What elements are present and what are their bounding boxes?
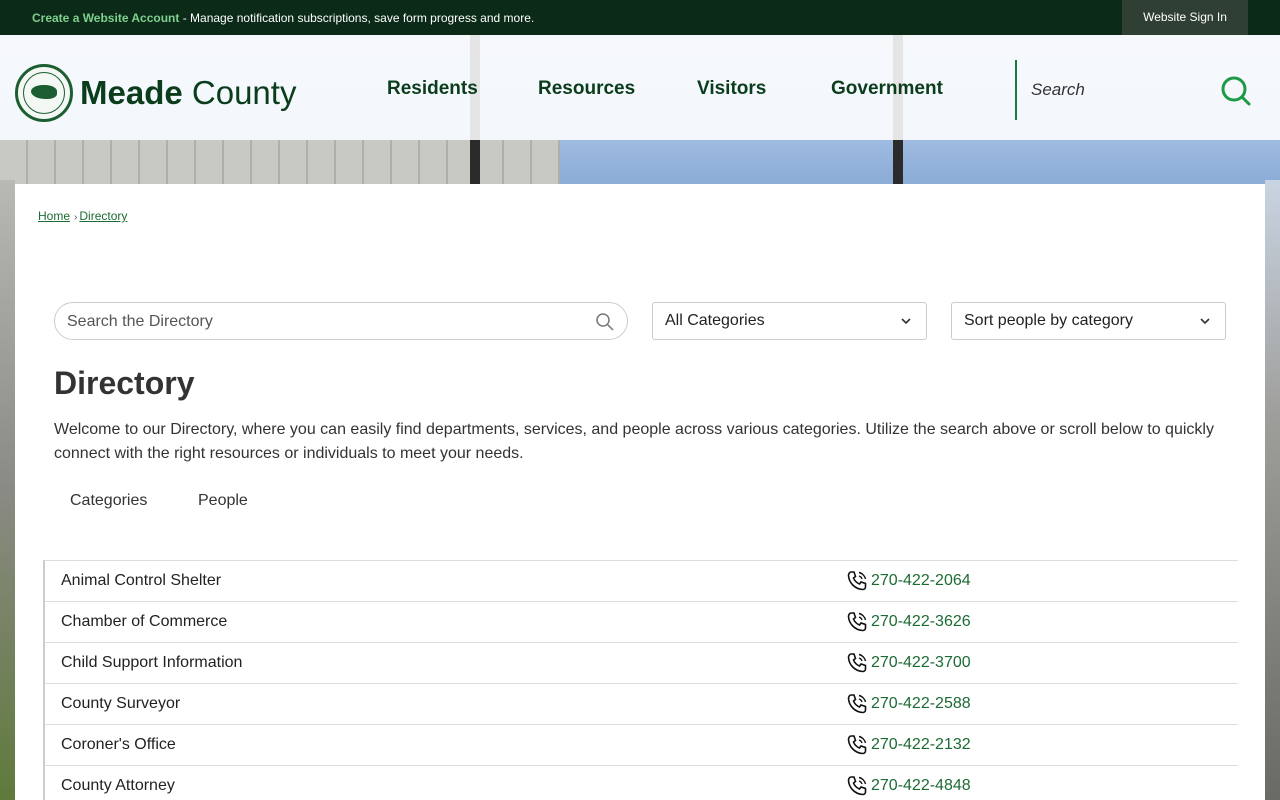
category-select[interactable]: All Categories xyxy=(652,302,927,340)
category-select-value: All Categories xyxy=(665,312,765,329)
phone-icon xyxy=(847,653,867,673)
county-seal-logo[interactable] xyxy=(15,64,73,122)
search-icon[interactable] xyxy=(1218,74,1252,108)
nav-residents[interactable]: Residents xyxy=(387,78,478,100)
tab-categories[interactable]: Categories xyxy=(70,492,147,510)
nav-visitors[interactable]: Visitors xyxy=(697,78,766,100)
entry-name[interactable]: County Surveyor xyxy=(61,695,180,713)
nav-government[interactable]: Government xyxy=(831,78,943,100)
table-row[interactable]: County Attorney 270-422-4848 xyxy=(45,766,1238,800)
site-search-input[interactable] xyxy=(1031,78,1201,102)
create-account-link[interactable]: Create a Website Account xyxy=(32,11,179,25)
entry-phone-link[interactable]: 270-422-2064 xyxy=(871,572,971,590)
directory-table: Animal Control Shelter 270-422-2064 Cham… xyxy=(43,560,1238,800)
logo-regular-text: County xyxy=(182,74,297,111)
main-content-card: Home›Directory All Categories Sort peopl… xyxy=(15,184,1265,800)
table-row[interactable]: Coroner's Office 270-422-2132 xyxy=(45,725,1238,766)
chevron-down-icon xyxy=(901,318,911,325)
entry-name[interactable]: Chamber of Commerce xyxy=(61,613,227,631)
create-account-description: - Manage notification subscriptions, sav… xyxy=(179,11,535,25)
entry-name[interactable]: County Attorney xyxy=(61,777,175,795)
site-logo-text[interactable]: Meade County xyxy=(80,74,296,112)
phone-icon xyxy=(847,735,867,755)
phone-icon xyxy=(847,776,867,796)
table-row[interactable]: Chamber of Commerce 270-422-3626 xyxy=(45,602,1238,643)
seal-bird-icon xyxy=(31,85,57,99)
directory-search-icon[interactable] xyxy=(595,312,615,332)
background-strip-right xyxy=(1265,180,1280,800)
website-sign-in-button[interactable]: Website Sign In xyxy=(1122,0,1248,35)
page-title: Directory xyxy=(54,365,195,401)
breadcrumb-home[interactable]: Home xyxy=(38,209,70,223)
logo-bold-text: Meade xyxy=(80,74,183,111)
sort-select-value: Sort people by category xyxy=(964,312,1133,329)
entry-phone-link[interactable]: 270-422-4848 xyxy=(871,777,971,795)
nav-resources[interactable]: Resources xyxy=(538,78,635,100)
breadcrumb-separator-icon: › xyxy=(74,212,78,223)
table-row[interactable]: Animal Control Shelter 270-422-2064 xyxy=(45,561,1238,602)
tab-people[interactable]: People xyxy=(198,492,248,510)
entry-phone-link[interactable]: 270-422-3626 xyxy=(871,613,971,631)
table-row[interactable]: Child Support Information 270-422-3700 xyxy=(45,643,1238,684)
entry-name[interactable]: Coroner's Office xyxy=(61,736,176,754)
directory-search-input[interactable] xyxy=(67,311,577,333)
entry-phone-link[interactable]: 270-422-2588 xyxy=(871,695,971,713)
directory-intro: Welcome to our Directory, where you can … xyxy=(54,421,1214,462)
background-strip-left xyxy=(0,180,15,800)
breadcrumb: Home › Directory xyxy=(38,209,127,223)
entry-phone-link[interactable]: 270-422-2132 xyxy=(871,736,971,754)
directory-search xyxy=(54,302,628,340)
chevron-down-icon xyxy=(1200,318,1210,325)
sort-select[interactable]: Sort people by category xyxy=(951,302,1226,340)
phone-icon xyxy=(847,571,867,591)
phone-icon xyxy=(847,694,867,714)
phone-icon xyxy=(847,612,867,632)
entry-name[interactable]: Animal Control Shelter xyxy=(61,572,221,590)
notification-bar: Create a Website Account - Manage notifi… xyxy=(0,0,1280,35)
table-row[interactable]: County Surveyor 270-422-2588 xyxy=(45,684,1238,725)
notification-message: Create a Website Account - Manage notifi… xyxy=(32,11,534,25)
site-header: Meade County Residents Resources Visitor… xyxy=(0,35,1280,140)
site-search xyxy=(1015,60,1235,120)
entry-name[interactable]: Child Support Information xyxy=(61,654,242,672)
breadcrumb-directory[interactable]: Directory xyxy=(79,209,127,223)
entry-phone-link[interactable]: 270-422-3700 xyxy=(871,654,971,672)
